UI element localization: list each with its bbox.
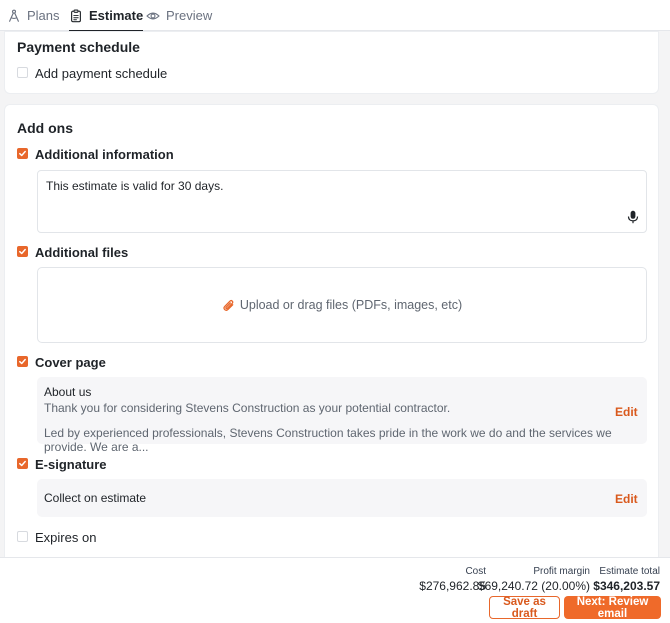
cover-page-edit-button[interactable]: Edit — [615, 405, 638, 419]
additional-information-checkbox[interactable] — [17, 148, 28, 159]
profit-margin-label: Profit margin — [533, 566, 590, 577]
file-upload-dropzone[interactable]: Upload or drag files (PDFs, images, etc) — [37, 267, 647, 343]
check-icon — [19, 150, 26, 157]
estimate-summary-footer: Cost $276,962.85 Profit margin $69,240.7… — [0, 557, 670, 623]
tab-bar: Plans Estimate Preview — [0, 0, 670, 32]
expires-on-checkbox[interactable] — [17, 531, 28, 542]
tab-plans-label: Plans — [27, 8, 60, 23]
estimate-total-value: $346,203.57 — [593, 579, 660, 593]
additional-information-value: This estimate is valid for 30 days. — [46, 179, 224, 193]
e-signature-value: Collect on estimate — [44, 491, 147, 505]
check-icon — [19, 358, 26, 365]
e-signature-edit-button[interactable]: Edit — [615, 492, 638, 506]
tab-preview[interactable]: Preview — [146, 0, 212, 31]
estimate-total-label: Estimate total — [599, 566, 660, 577]
additional-information-textarea[interactable]: This estimate is valid for 30 days. — [37, 170, 647, 233]
next-review-email-button[interactable]: Next: Review email — [564, 596, 661, 620]
cover-page-heading: About us — [44, 385, 92, 399]
payment-schedule-title: Payment schedule — [17, 39, 140, 55]
cover-page-line-2: Led by experienced professionals, Steven… — [44, 426, 612, 454]
payment-schedule-label: Add payment schedule — [35, 66, 168, 81]
upload-text: Upload or drag files (PDFs, images, etc) — [239, 298, 463, 312]
compass-icon — [9, 9, 19, 22]
additional-information-label: Additional information — [35, 147, 174, 162]
expires-on-label: Expires on — [35, 530, 97, 545]
e-signature-option: Collect on estimate Edit — [37, 479, 647, 517]
tab-estimate[interactable]: Estimate — [69, 0, 144, 32]
cover-page-checkbox[interactable] — [17, 356, 28, 367]
microphone-icon[interactable] — [627, 210, 639, 224]
clipboard-icon — [71, 9, 81, 22]
check-icon — [19, 248, 26, 255]
e-signature-checkbox[interactable] — [17, 458, 28, 469]
add-ons-title: Add ons — [17, 120, 73, 136]
tab-preview-label: Preview — [166, 8, 213, 23]
save-as-draft-button[interactable]: Save as draft — [489, 596, 560, 620]
payment-schedule-checkbox[interactable] — [17, 67, 28, 78]
cost-label: Cost — [465, 566, 486, 577]
additional-files-label: Additional files — [35, 245, 129, 260]
cover-page-label: Cover page — [35, 355, 106, 370]
eye-icon — [146, 12, 160, 19]
cover-page-line-1: Thank you for considering Stevens Constr… — [44, 401, 451, 415]
tab-estimate-label: Estimate — [89, 8, 144, 23]
tab-plans[interactable]: Plans — [7, 0, 60, 31]
paperclip-icon — [223, 299, 234, 311]
cover-page-preview: About us Thank you for considering Steve… — [37, 377, 647, 454]
e-signature-label: E-signature — [35, 457, 107, 472]
cost-value: $276,962.85 — [419, 579, 486, 593]
check-icon — [19, 460, 26, 467]
additional-files-checkbox[interactable] — [17, 246, 28, 257]
profit-margin-value: $69,240.72 (20.00%) — [477, 579, 590, 593]
